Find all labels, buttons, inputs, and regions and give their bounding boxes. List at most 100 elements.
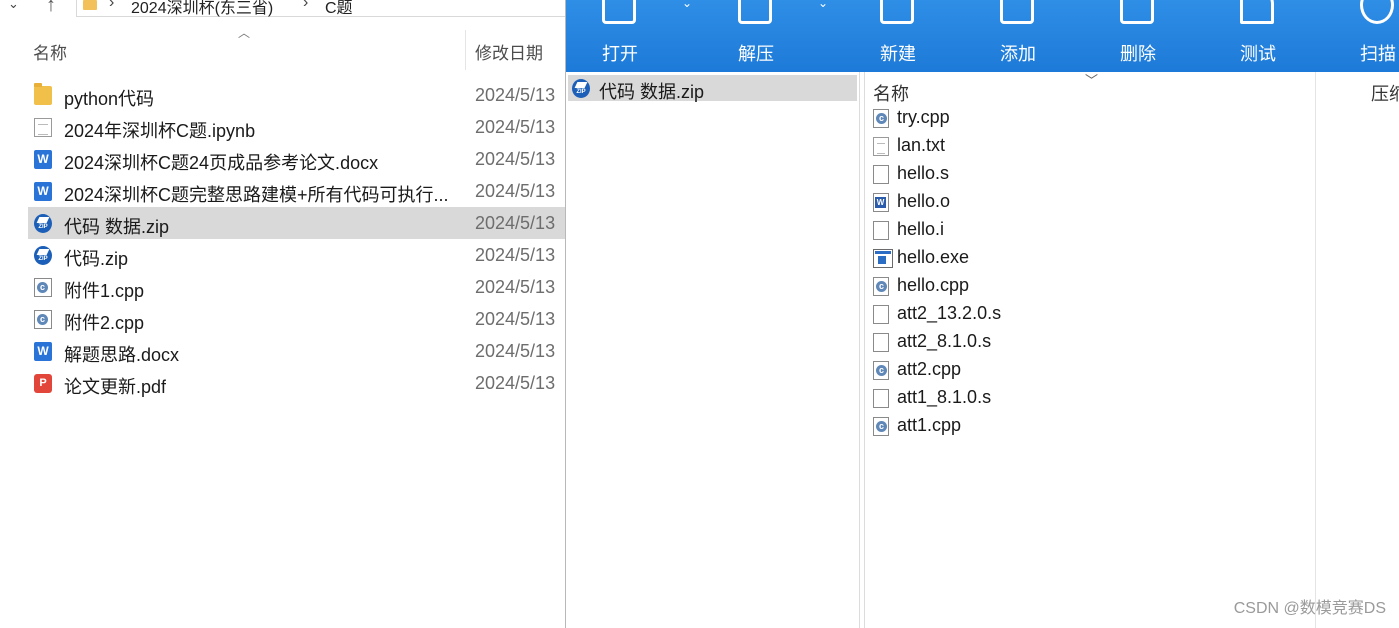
test-button[interactable]: 测试 [1218, 0, 1298, 72]
address-bar-row: ⌄ ↑ › 2024深圳杯(东三省) › C题 [0, 0, 566, 20]
archive-row[interactable]: hello.cpp [871, 273, 1311, 301]
scan-button[interactable]: 扫描 [1338, 0, 1399, 72]
entry-name: hello.i [897, 219, 945, 239]
archive-file-list: 名称 ﹀ 压缩 try.cpp lan.txt hello.s hello.o [864, 72, 1399, 628]
sort-ascending-icon: ︿ [238, 26, 251, 40]
file-row[interactable]: python代码 2024/5/13 [28, 79, 566, 111]
column-header-compressed[interactable]: 压缩 [1371, 80, 1399, 106]
breadcrumb-chevron-icon: › [303, 0, 309, 11]
archive-entries: try.cpp lan.txt hello.s hello.o hello.i … [871, 105, 1311, 441]
entry-name: att1.cpp [897, 415, 962, 435]
file-row-selected[interactable]: ZIP 代码 数据.zip 2024/5/13 [28, 207, 566, 239]
blank-file-icon [873, 389, 889, 408]
breadcrumb-item[interactable]: 2024深圳杯(东三省) [131, 0, 273, 18]
new-archive-icon [880, 0, 914, 24]
file-row[interactable]: ZIP 代码.zip 2024/5/13 [28, 239, 566, 271]
archive-row[interactable]: att1.cpp [871, 413, 1311, 441]
column-divider[interactable] [1315, 72, 1316, 628]
file-date: 2024/5/13 [475, 245, 556, 265]
entry-name: att2.cpp [897, 359, 962, 379]
recent-locations-chevron-icon[interactable]: ⌄ [8, 0, 19, 12]
file-row[interactable]: W 解题思路.docx 2024/5/13 [28, 335, 566, 367]
archive-row[interactable]: lan.txt [871, 133, 1311, 161]
file-name: 代码 数据.zip [64, 217, 170, 237]
object-file-icon [873, 193, 889, 212]
folder-icon [34, 83, 52, 105]
scan-button-label: 扫描 [1360, 44, 1396, 64]
entry-name: att2_8.1.0.s [897, 331, 992, 351]
watermark: CSDN @数模竞赛DS [1233, 600, 1386, 617]
archive-row[interactable]: try.cpp [871, 105, 1311, 133]
extract-button-label: 解压 [738, 44, 774, 64]
archive-row[interactable]: hello.i [871, 217, 1311, 245]
cpp-icon [34, 278, 52, 297]
file-row[interactable]: W 2024深圳杯C题24页成品参考论文.docx 2024/5/13 [28, 143, 566, 175]
column-header-name[interactable]: 名称 [873, 80, 909, 106]
open-icon [602, 0, 636, 24]
new-button[interactable]: 新建 [858, 0, 938, 72]
file-list: python代码 2024/5/13 2024年深圳杯C题.ipynb 2024… [28, 79, 566, 399]
file-row[interactable]: 附件2.cpp 2024/5/13 [28, 303, 566, 335]
archive-row[interactable]: att1_8.1.0.s [871, 385, 1311, 413]
file-explorer-window: ⌄ ↑ › 2024深圳杯(东三省) › C题 ︿ 名称 修改日期 python… [0, 0, 566, 628]
blank-file-icon [873, 305, 889, 324]
add-icon [1000, 0, 1034, 24]
address-bar[interactable]: › 2024深圳杯(东三省) › C题 [76, 0, 566, 17]
zip-icon: ZIP [34, 214, 52, 233]
column-header-name[interactable]: 名称 [33, 39, 67, 64]
up-arrow-icon[interactable]: ↑ [46, 0, 56, 17]
archive-row[interactable]: att2_13.2.0.s [871, 301, 1311, 329]
archive-manager-window: 打开 ⌄ 解压 ⌄ 新建 添加 删除 测试 扫描 ZIP 代码 数据.zip 名… [565, 0, 1399, 628]
entry-name: lan.txt [897, 135, 946, 155]
text-icon [873, 137, 889, 156]
delete-button-label: 删除 [1120, 44, 1156, 64]
entry-name: hello.cpp [897, 275, 970, 295]
breadcrumb-chevron-icon: › [109, 0, 115, 11]
file-row[interactable]: 2024年深圳杯C题.ipynb 2024/5/13 [28, 111, 566, 143]
entry-name: try.cpp [897, 107, 950, 127]
column-header-date-modified[interactable]: 修改日期 [475, 39, 543, 64]
delete-icon [1120, 0, 1154, 24]
add-button[interactable]: 添加 [978, 0, 1058, 72]
archive-row[interactable]: hello.s [871, 161, 1311, 189]
blank-file-icon [873, 333, 889, 352]
chevron-down-icon[interactable]: ⌄ [818, 0, 828, 10]
file-name: 解题思路.docx [64, 345, 180, 365]
entry-name: att2_13.2.0.s [897, 303, 1002, 323]
archive-row[interactable]: att2.cpp [871, 357, 1311, 385]
file-name: 附件1.cpp [64, 281, 145, 301]
archive-row[interactable]: hello.o [871, 189, 1311, 217]
archive-row[interactable]: hello.exe [871, 245, 1311, 273]
entry-name: hello.s [897, 163, 950, 183]
extract-icon [738, 0, 772, 24]
file-name: 2024年深圳杯C题.ipynb [64, 121, 256, 141]
archive-column-header: 名称 ﹀ 压缩 [865, 72, 1399, 628]
open-button-label: 打开 [602, 44, 638, 64]
file-name: 代码.zip [64, 249, 129, 269]
tree-item-archive[interactable]: ZIP 代码 数据.zip [568, 75, 857, 102]
file-name: 2024深圳杯C题完整思路建模+所有代码可执行... [64, 185, 449, 205]
column-divider[interactable] [465, 30, 466, 70]
extract-button[interactable]: 解压 [716, 0, 796, 72]
archive-row[interactable]: att2_8.1.0.s [871, 329, 1311, 357]
test-button-label: 测试 [1240, 44, 1276, 64]
file-row[interactable]: 附件1.cpp 2024/5/13 [28, 271, 566, 303]
zip-icon: ZIP [572, 79, 590, 98]
breadcrumb-item[interactable]: C题 [325, 0, 353, 18]
add-button-label: 添加 [1000, 44, 1036, 64]
entry-name: hello.o [897, 191, 951, 211]
file-row[interactable]: W 2024深圳杯C题完整思路建模+所有代码可执行... 2024/5/13 [28, 175, 566, 207]
word-icon: W [34, 342, 52, 361]
file-row[interactable]: P 论文更新.pdf 2024/5/13 [28, 367, 566, 399]
open-button[interactable]: 打开 [580, 0, 660, 72]
new-button-label: 新建 [880, 44, 916, 64]
file-name: 论文更新.pdf [64, 377, 167, 397]
chevron-down-icon[interactable]: ⌄ [682, 0, 692, 10]
zip-icon: ZIP [34, 246, 52, 265]
cpp-icon [873, 277, 889, 296]
blank-file-icon [873, 221, 889, 240]
word-icon: W [34, 182, 52, 201]
file-date: 2024/5/13 [475, 149, 556, 169]
entry-name: hello.exe [897, 247, 970, 267]
delete-button[interactable]: 删除 [1098, 0, 1178, 72]
